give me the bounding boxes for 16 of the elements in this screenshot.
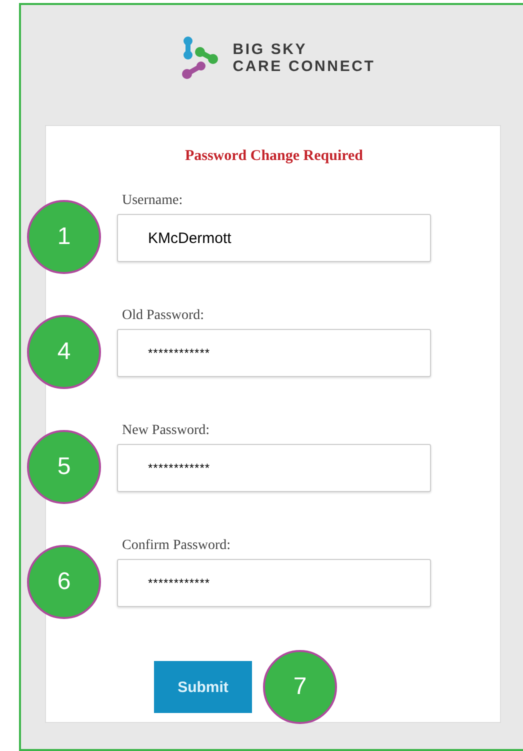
step-number-badge: 4 [27, 315, 101, 389]
field-label: Confirm Password: [122, 537, 230, 555]
step-number-badge: 5 [27, 430, 101, 504]
form-title: Password Change Required [184, 148, 364, 165]
step-number-badge: 6 [27, 545, 101, 619]
text-field[interactable]: KMcDermott [117, 214, 431, 262]
field-label: Username: [122, 192, 183, 210]
logo-text: BIG SKY [232, 41, 308, 58]
step-number-badge: 1 [27, 200, 101, 274]
logo-text: CARE CONNECT [232, 58, 376, 75]
step-number-badge: 7 [263, 650, 337, 724]
field-label: Old Password: [122, 307, 204, 325]
password-field[interactable]: ************ [117, 329, 431, 377]
password-field[interactable]: ************ [117, 559, 431, 607]
password-field[interactable]: ************ [117, 444, 431, 492]
field-label: New Password: [122, 422, 210, 440]
